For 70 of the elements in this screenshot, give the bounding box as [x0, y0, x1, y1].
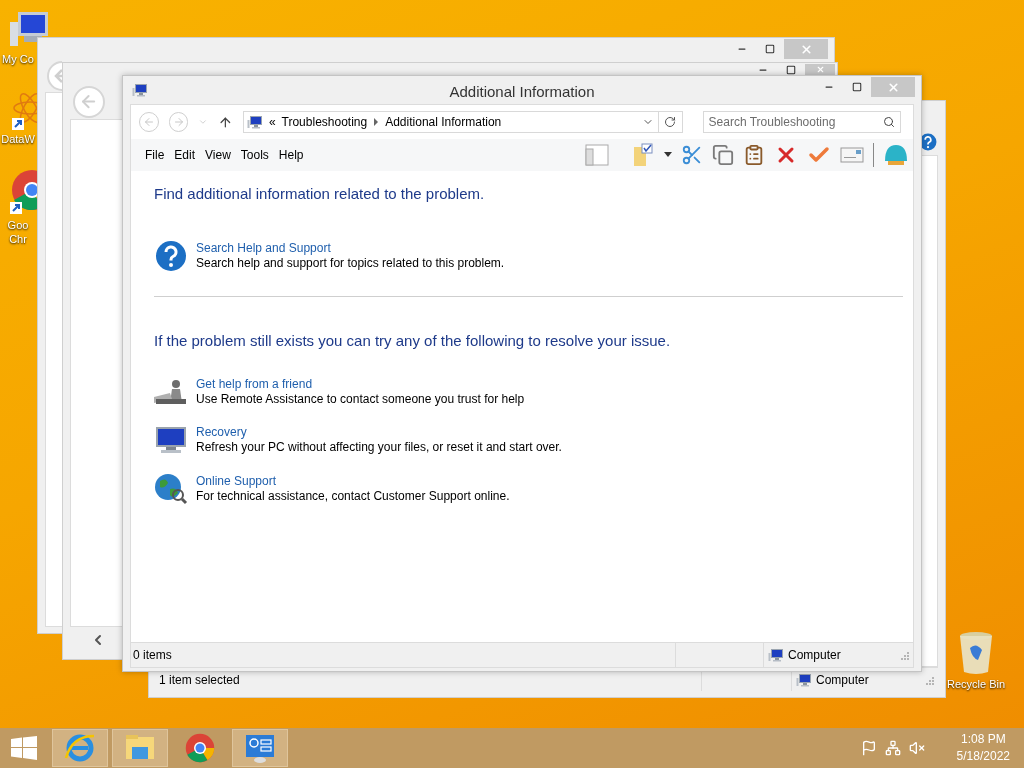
task-link[interactable]: Get help from a friend — [196, 377, 525, 392]
arrow-left-icon — [142, 116, 155, 128]
browser-e-icon — [64, 732, 96, 764]
search-icon[interactable] — [883, 116, 895, 128]
task-description: Refresh your PC without affecting your files, or reset it and start over. — [196, 440, 562, 455]
menu-item[interactable]: Help — [273, 144, 309, 166]
maximize-icon — [765, 44, 775, 54]
menu-item[interactable]: Tools — [235, 144, 274, 166]
taskbar-button[interactable] — [232, 729, 288, 767]
task-link[interactable]: Search Help and Support — [196, 240, 505, 256]
speaker-muted-icon[interactable] — [908, 740, 925, 756]
location-icon — [246, 114, 263, 130]
history-dropdown-icon[interactable] — [198, 117, 209, 127]
paste-icon[interactable] — [743, 144, 765, 166]
arrow-right-icon — [172, 116, 185, 128]
people-icon — [153, 379, 188, 405]
layout-pane-icon[interactable] — [585, 144, 609, 166]
flag-alert-icon[interactable] — [860, 740, 877, 756]
address-bar[interactable]: « Troubleshooting Additional Information — [242, 111, 683, 133]
task-description: Search help and support for topics related to this problem. — [196, 255, 505, 271]
clock-time: 1:08 PM — [960, 731, 1006, 748]
resize-grip-icon[interactable] — [924, 674, 934, 685]
status-zone: Computer — [788, 647, 841, 664]
search-field[interactable]: Search Troubleshooting — [702, 111, 901, 133]
menu-item[interactable]: File — [140, 144, 170, 166]
back-button[interactable] — [73, 86, 105, 118]
windows-logo-icon — [11, 736, 37, 760]
menu-item[interactable]: View — [200, 144, 236, 166]
computer-icon — [768, 647, 784, 663]
card-icon[interactable] — [840, 146, 864, 164]
chrome-icon — [185, 733, 215, 763]
maximize-icon — [852, 82, 862, 92]
help-icon — [154, 239, 187, 272]
monitor-icon — [153, 425, 188, 455]
section-heading: If the problem still exists you can try any of the following to resolve your issue. — [154, 330, 672, 351]
maximize-icon — [786, 64, 796, 75]
task-description: Use Remote Assistance to contact someone you trust for help — [196, 392, 525, 407]
cut-icon[interactable] — [681, 144, 703, 166]
status-text: 1 item selected — [158, 671, 241, 689]
status-text: 0 items — [132, 647, 173, 664]
network-warning-icon[interactable] — [884, 740, 901, 756]
breadcrumb-overflow[interactable]: « — [268, 113, 282, 131]
taskbar-button[interactable] — [112, 729, 168, 767]
close-icon — [815, 65, 825, 74]
task-description: For technical assistance, contact Customer Support online. — [196, 489, 510, 504]
status-zone: Computer — [816, 671, 869, 689]
window-icon — [132, 82, 148, 98]
breadcrumb-item[interactable]: Additional Information — [385, 113, 502, 131]
computer-icon — [796, 671, 812, 688]
refresh-icon[interactable] — [664, 116, 677, 128]
taskbar-button[interactable] — [52, 729, 108, 767]
resize-grip-icon[interactable] — [899, 650, 909, 660]
task-link[interactable]: Online Support — [196, 474, 510, 489]
close-icon — [799, 42, 813, 56]
breadcrumb-separator-icon[interactable] — [373, 118, 380, 126]
window-title: Additional Information — [448, 82, 596, 102]
control-panel-icon — [244, 732, 276, 764]
breadcrumb-item[interactable]: Troubleshooting — [281, 113, 368, 131]
menu-item[interactable]: Edit — [169, 144, 201, 166]
section-heading: Find additional information related to the problem. — [154, 184, 486, 204]
task-link[interactable]: Recovery — [196, 425, 562, 440]
back-button[interactable] — [47, 61, 62, 91]
globe-icon — [153, 473, 188, 505]
clock-date: 5/18/2022 — [956, 748, 1010, 765]
recycle-bin-icon — [958, 630, 994, 676]
shell-icon[interactable] — [883, 143, 909, 167]
caret-icon[interactable] — [664, 152, 672, 158]
copy-icon[interactable] — [712, 144, 734, 166]
folder-options-icon[interactable] — [633, 143, 655, 167]
close-icon — [886, 80, 900, 94]
